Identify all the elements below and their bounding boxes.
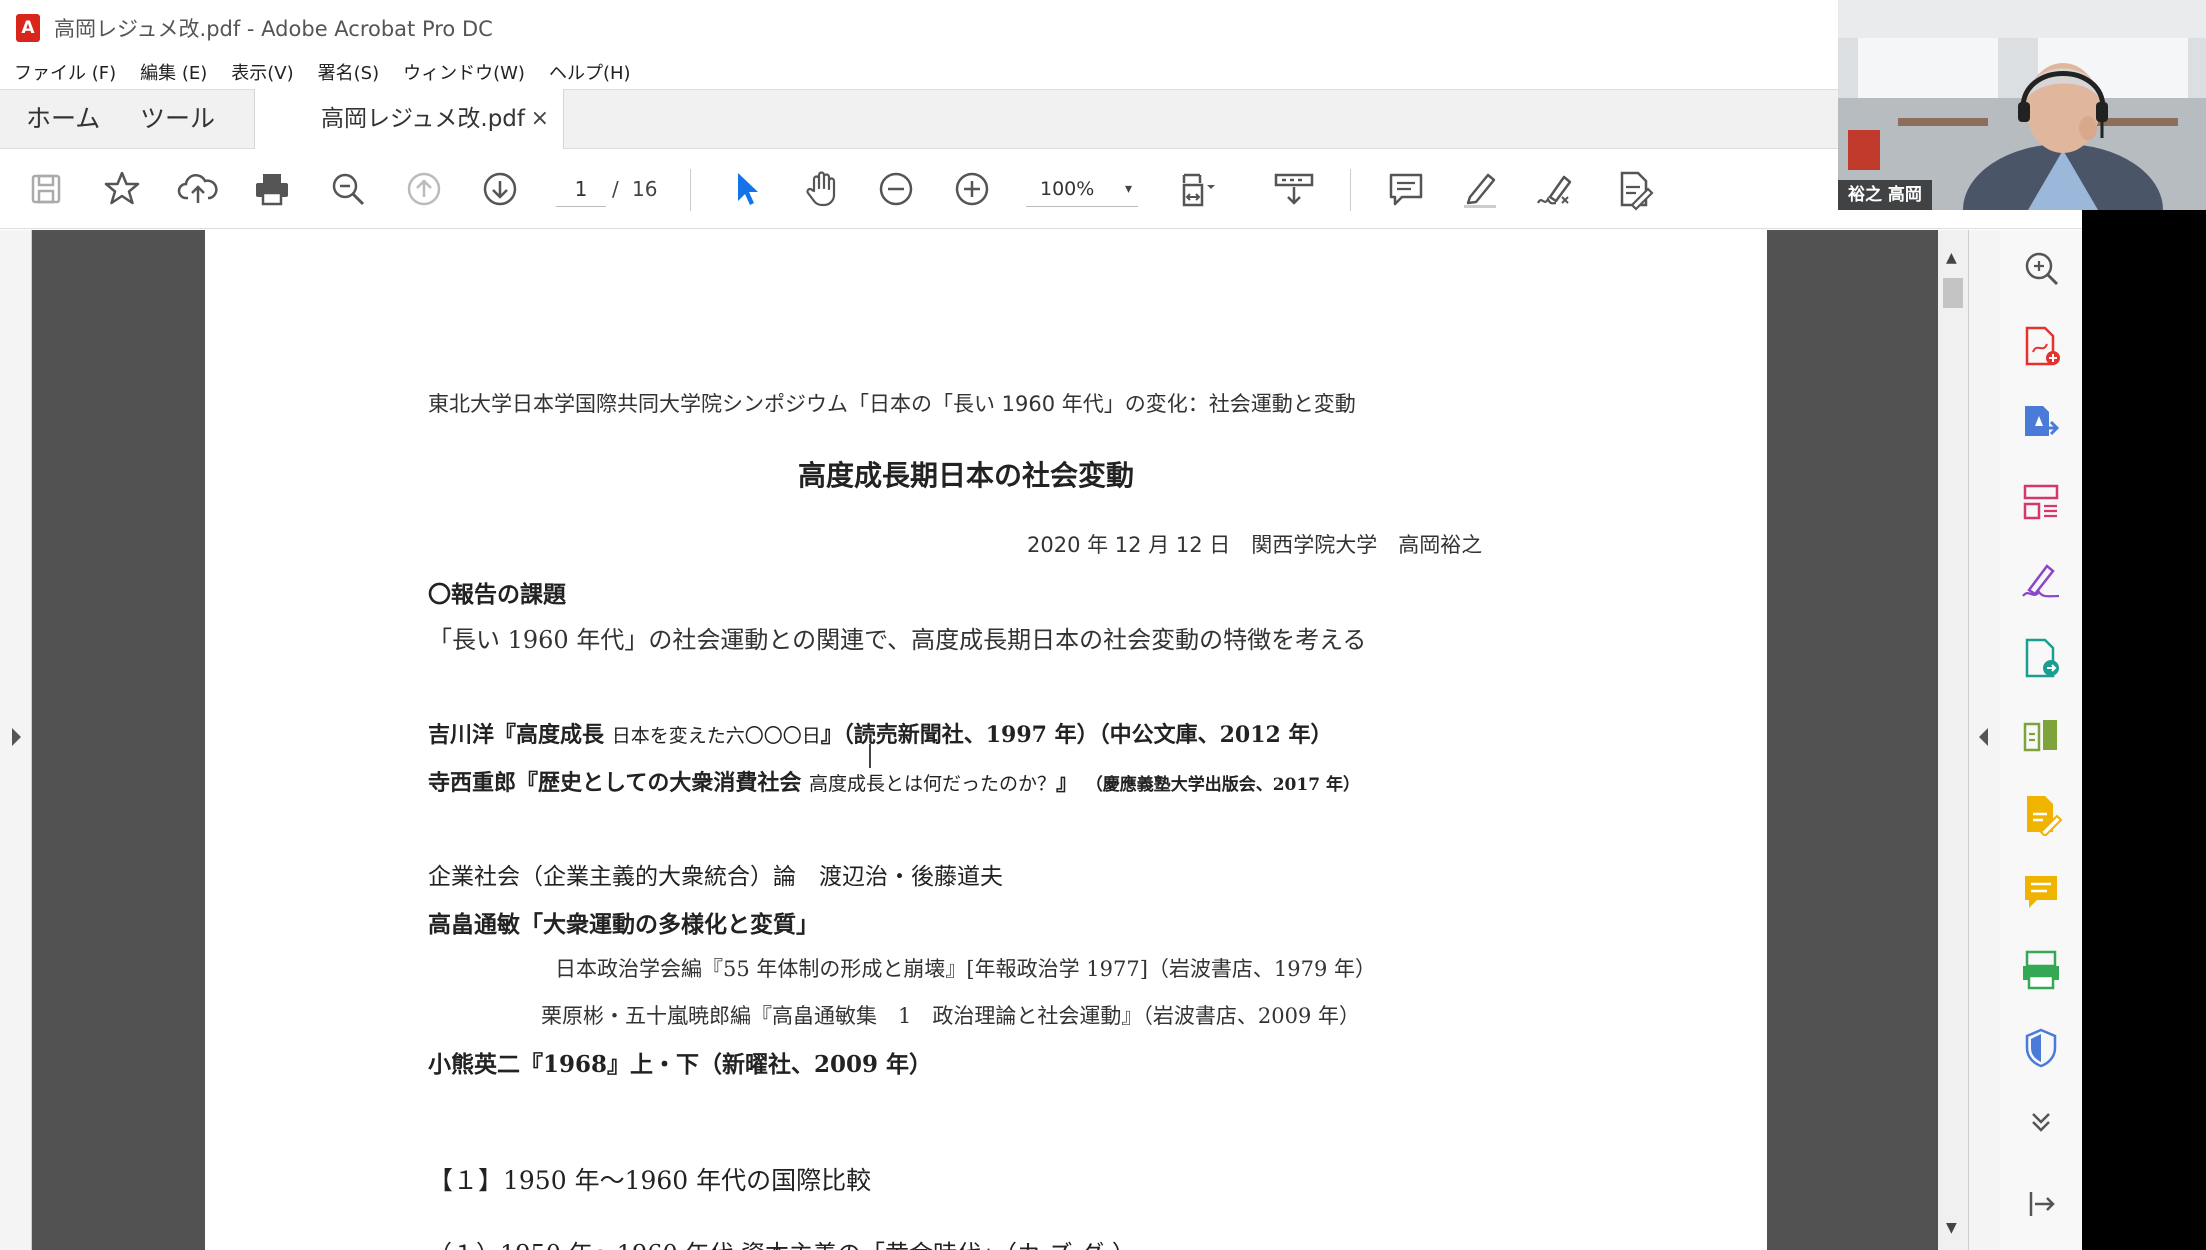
meeting-background xyxy=(2082,210,2206,1250)
doc-title: 高度成長期日本の社会変動 xyxy=(798,459,1135,492)
ref-end: 』（読売新聞社、1997 年）（中公文庫、2012 年） xyxy=(820,722,1333,748)
toolbar-divider xyxy=(1350,169,1351,211)
close-tab-button[interactable]: × xyxy=(531,89,549,149)
doc-oguma: 小熊英二『1968』上・下（新曜社、2009 年） xyxy=(428,1051,933,1078)
sign-icon[interactable] xyxy=(1534,167,1578,211)
search-zoom-icon[interactable] xyxy=(326,167,370,211)
fill-sign-icon[interactable] xyxy=(2019,558,2063,602)
more-tools-icon[interactable] xyxy=(2019,1104,2063,1148)
participant-name: 裕之 高岡 xyxy=(1838,180,1932,210)
toolbar-divider xyxy=(690,169,691,211)
tab-document-label: 高岡レジュメ改.pdf xyxy=(321,106,525,132)
window-title: 高岡レジュメ改.pdf - Adobe Acrobat Pro DC xyxy=(54,16,493,41)
page-separator: / xyxy=(612,177,619,201)
ref-end: 』 xyxy=(1056,770,1079,796)
ref-teranishi: 寺西重郎『歴史としての大衆消費社会 高度成長とは何だったのか？』 （慶應義塾大学… xyxy=(428,765,1360,797)
ref-publisher: （慶應義塾大学出版会、2017 年） xyxy=(1085,775,1360,795)
ref-subtitle: 日本を変えた六〇〇〇日 xyxy=(611,725,821,747)
left-pane-toggle[interactable] xyxy=(0,230,32,1250)
tab-bar: ホーム ツール 高岡レジュメ改.pdf × xyxy=(0,89,2082,150)
create-pdf-icon[interactable] xyxy=(2019,324,2063,368)
upload-cloud-icon[interactable] xyxy=(176,167,220,211)
page-number-input[interactable]: 1 xyxy=(556,171,606,207)
zoom-value: 100% xyxy=(1040,178,1095,200)
comment-bubble-icon[interactable] xyxy=(2019,870,2063,914)
menu-view[interactable]: 表示(V) xyxy=(231,59,293,85)
doc-sub-ref-2: 栗原彬・五十嵐暁郎編『高畠通敏集 1 政治理論と社会運動』（岩波書店、2009 … xyxy=(541,1004,1360,1028)
organize-pages-icon[interactable] xyxy=(2019,480,2063,524)
document-area: 東北大学日本学国際共同大学院シンポジウム「日本の「長い 1960 年代」の変化：… xyxy=(0,230,2082,1250)
collapse-pane-icon[interactable] xyxy=(2019,1182,2063,1226)
pdf-page[interactable]: 東北大学日本学国際共同大学院シンポジウム「日本の「長い 1960 年代」の変化：… xyxy=(205,230,1767,1250)
chevron-right-icon xyxy=(12,728,21,746)
scroll-thumb[interactable] xyxy=(1943,278,1963,308)
office-background-image xyxy=(1838,0,2206,210)
ref-main: 寺西重郎『歴史としての大衆消費社会 xyxy=(428,770,802,796)
hand-icon[interactable] xyxy=(800,167,844,211)
doc-section-1: 【１】1950 年～1960 年代の国際比較 xyxy=(428,1166,872,1195)
export-pdf-icon[interactable] xyxy=(2019,402,2063,446)
select-cursor-icon[interactable] xyxy=(724,167,768,211)
doc-theory-line: 企業社会（企業主義的大衆統合）論 渡辺治・後藤道夫 xyxy=(428,864,1003,890)
compress-icon[interactable] xyxy=(2019,714,2063,758)
menu-sign[interactable]: 署名(S) xyxy=(318,59,379,85)
chevron-down-icon: ▾ xyxy=(1124,181,1132,197)
ref-main: 吉川洋『高度成長 xyxy=(428,722,605,748)
tools-pane xyxy=(2000,230,2082,1250)
page-up-icon[interactable] xyxy=(402,167,446,211)
page-down-icon[interactable] xyxy=(478,167,522,211)
menu-bar: ファイル (F) 編集 (E) 表示(V) 署名(S) ウィンドウ(W) ヘルプ… xyxy=(0,55,1838,89)
doc-section-1-sub: （１）1950 年～1960 年代 資本主義の「黄金時代」（カ ズ グ ） xyxy=(428,1234,1136,1250)
bookmark-star-icon[interactable] xyxy=(100,167,144,211)
tab-tools[interactable]: ツール xyxy=(140,90,215,148)
fit-page-icon[interactable] xyxy=(1176,167,1220,211)
doc-theme: 「長い 1960 年代」の社会運動との関連で、高度成長期日本の社会変動の特徴を考… xyxy=(428,626,1367,654)
scan-icon[interactable] xyxy=(2019,948,2063,992)
edit-text-icon[interactable] xyxy=(1610,167,1654,211)
doc-header: 東北大学日本学国際共同大学院シンポジウム「日本の「長い 1960 年代」の変化：… xyxy=(428,392,1356,416)
scroll-mode-icon[interactable] xyxy=(1272,167,1316,211)
acrobat-logo-icon: A xyxy=(16,13,40,42)
menu-edit[interactable]: 編集 (E) xyxy=(140,59,207,85)
chevron-left-icon xyxy=(1979,728,1988,746)
toolbar: 1 / 16 100% ▾ xyxy=(0,149,2082,229)
scroll-down-icon[interactable]: ▼ xyxy=(1946,1220,1957,1236)
print-icon[interactable] xyxy=(250,167,294,211)
vertical-scrollbar[interactable]: ▲ ▼ xyxy=(1938,230,1968,1250)
tab-home[interactable]: ホーム xyxy=(26,90,100,148)
page-total: 16 xyxy=(632,177,658,201)
doc-takabatake: 高畠通敏「大衆運動の多様化と変質」 xyxy=(428,911,819,938)
text-cursor-icon xyxy=(869,744,885,768)
doc-section-heading: 〇報告の課題 xyxy=(428,582,566,608)
highlight-icon[interactable] xyxy=(1458,167,1502,211)
right-pane-toggle[interactable] xyxy=(1968,230,2000,1250)
menu-window[interactable]: ウィンドウ(W) xyxy=(403,59,525,85)
scroll-up-icon[interactable]: ▲ xyxy=(1946,250,1957,266)
ref-subtitle: 高度成長とは何だったのか？ xyxy=(809,773,1057,795)
send-pdf-icon[interactable] xyxy=(2019,636,2063,680)
save-icon[interactable] xyxy=(24,167,68,211)
zoom-select[interactable]: 100% ▾ xyxy=(1026,171,1138,207)
zoom-out-icon[interactable] xyxy=(874,167,918,211)
title-bar: A 高岡レジュメ改.pdf - Adobe Acrobat Pro DC xyxy=(0,0,1838,55)
menu-help[interactable]: ヘルプ(H) xyxy=(549,59,631,85)
comment-icon[interactable] xyxy=(1384,167,1428,211)
doc-sub-ref-1: 日本政治学会編『55 年体制の形成と崩壊』[年報政治学 1977]（岩波書店、1… xyxy=(555,957,1377,981)
acrobat-window: A 高岡レジュメ改.pdf - Adobe Acrobat Pro DC ファイ… xyxy=(0,0,2082,1250)
zoom-search-icon[interactable] xyxy=(2019,246,2063,290)
protect-shield-icon[interactable] xyxy=(2019,1026,2063,1070)
participant-video[interactable]: 裕之 高岡 xyxy=(1838,0,2206,210)
edit-pdf-icon[interactable] xyxy=(2019,792,2063,838)
tab-document[interactable]: 高岡レジュメ改.pdf × xyxy=(254,89,564,150)
zoom-in-icon[interactable] xyxy=(950,167,994,211)
doc-date-author: 2020 年 12 月 12 日 関西学院大学 高岡裕之 xyxy=(1027,533,1483,557)
menu-file[interactable]: ファイル (F) xyxy=(14,59,116,85)
